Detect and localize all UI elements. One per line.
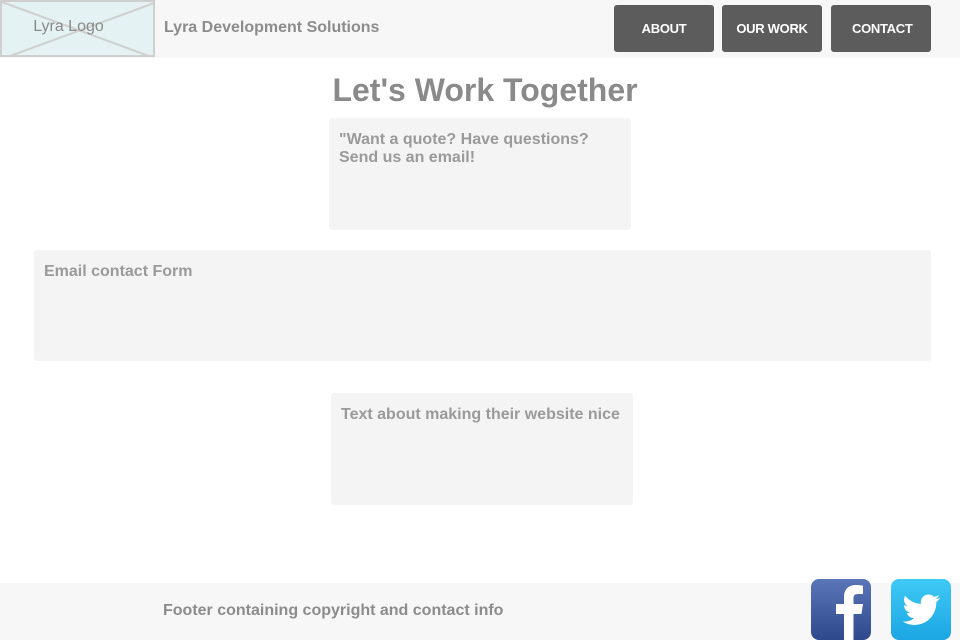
- page-title: Let's Work Together: [332, 72, 638, 108]
- nav-contact-button[interactable]: CONTACT: [831, 5, 931, 52]
- company-name: Lyra Development Solutions: [164, 19, 380, 36]
- logo-label: Lyra Logo: [33, 18, 104, 35]
- nav-about-button[interactable]: ABOUT: [614, 5, 714, 52]
- quote-text-box: "Want a quote? Have questions? Send us a…: [329, 118, 631, 230]
- footer-text: Footer containing copyright and contact …: [163, 602, 504, 619]
- website-info-box: Text about making their website nice: [331, 393, 633, 505]
- email-contact-form[interactable]: Email contact Form: [34, 250, 931, 361]
- twitter-icon[interactable]: [891, 579, 951, 640]
- facebook-icon[interactable]: [811, 579, 871, 640]
- nav-our-work-button[interactable]: OUR WORK: [722, 5, 822, 52]
- logo-placeholder[interactable]: Lyra Logo: [0, 0, 155, 57]
- site-header: Lyra Logo Lyra Development Solutions ABO…: [0, 0, 960, 58]
